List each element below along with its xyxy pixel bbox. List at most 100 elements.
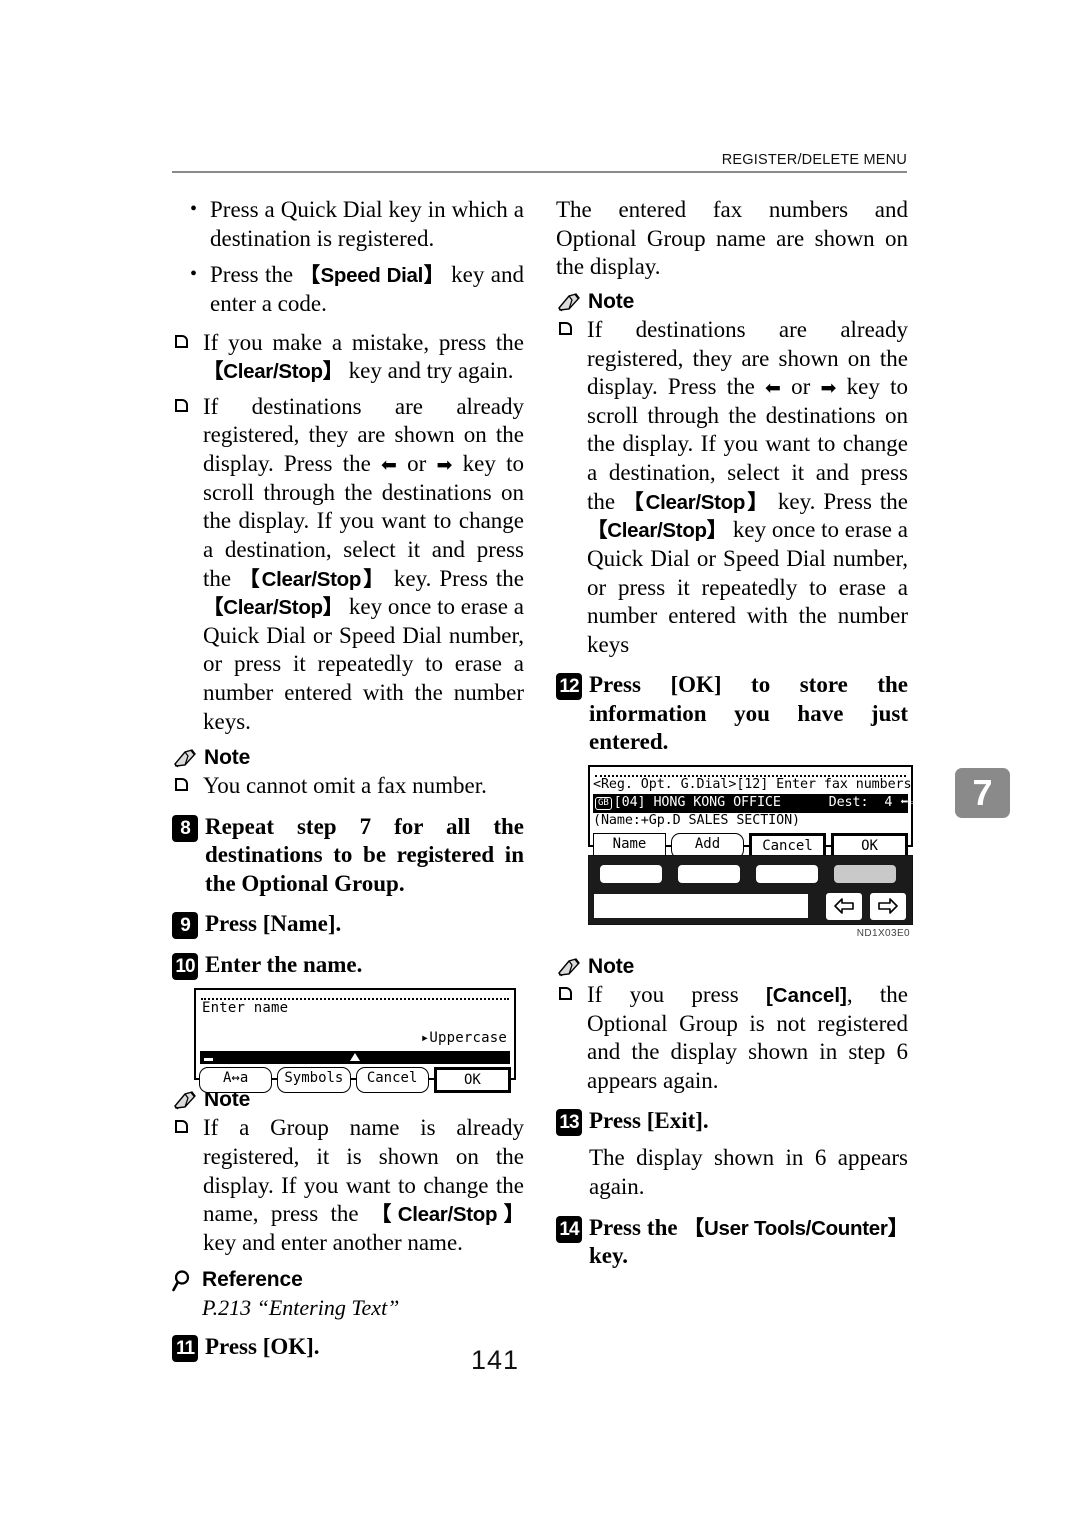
- square-bullet-icon: [175, 1120, 188, 1134]
- list-item: If destinations are already registered, …: [172, 393, 524, 737]
- control-panel-illustration: ND1X03E0: [588, 854, 913, 939]
- clear-stop-key-label: 【Clear/Stop】: [203, 360, 343, 384]
- lcd-title: Enter name: [202, 1000, 289, 1017]
- step-12: 12 Press [OK] to store the information y…: [556, 671, 908, 757]
- step-number-badge: 10: [172, 953, 198, 981]
- intro-paragraph: The entered fax numbers and Optional Gro…: [556, 197, 908, 280]
- lcd-selected-destination-row: GB [04] HONG KONG OFFICE Dest: 4 ⬅ ⇨: [593, 793, 916, 813]
- note-list-2: If a Group name is already registered, i…: [172, 1114, 524, 1257]
- note-text-pre: If you make a mistake, press the: [203, 329, 524, 355]
- reference-heading-label: Reference: [202, 1267, 303, 1291]
- note-text-3: key. Press the: [385, 565, 525, 591]
- step-text: Press [Exit].: [589, 1108, 709, 1134]
- softkey-case-toggle[interactable]: A↔a: [199, 1066, 273, 1093]
- lcd-nav-right-icon: ⇨: [908, 794, 917, 810]
- step-number-badge: 13: [556, 1109, 582, 1137]
- function-key-4-selected[interactable]: [833, 863, 897, 884]
- right-column: The entered fax numbers and Optional Gro…: [556, 196, 916, 1279]
- right-arrow-key-icon: ➡: [436, 454, 453, 476]
- note-list-2: If you press [Cancel], the Optional Grou…: [556, 981, 908, 1096]
- left-arrow-icon: [834, 898, 854, 915]
- note-heading-label: Note: [588, 954, 635, 978]
- step-text-pre: Press the: [589, 1214, 684, 1240]
- list-item: • Press the 【Speed Dial】 key and enter a…: [172, 261, 524, 318]
- step-8: 8 Repeat step 7 for all the destinations…: [172, 813, 524, 899]
- step-text: Press [Name].: [205, 911, 342, 937]
- step-text: Press [OK] to store the information you …: [589, 672, 908, 755]
- note-heading: Note: [172, 746, 524, 770]
- note-heading-label: Note: [588, 289, 635, 313]
- step-text: Enter the name.: [205, 952, 363, 978]
- clear-stop-key-label-part1: 【Clear/: [623, 490, 701, 514]
- user-tools-counter-key-label: 【User Tools/Counter】: [683, 1216, 909, 1240]
- softkey-ok[interactable]: OK: [433, 1066, 511, 1093]
- note-heading-label: Note: [204, 746, 251, 770]
- softkey-symbols[interactable]: Symbols: [277, 1066, 351, 1093]
- note-text-2: key and enter another name.: [203, 1229, 463, 1255]
- note-text: You cannot omit a fax number.: [203, 773, 487, 799]
- square-bullet-icon: [175, 778, 188, 792]
- lcd-breadcrumb-line: <Reg. Opt. G.Dial>[12] Enter fax numbers: [593, 776, 912, 792]
- lcd-destination-text: [04] HONG KONG OFFICE Dest: 4: [613, 794, 901, 810]
- step-text-post: key.: [589, 1243, 628, 1269]
- square-bullet-icon: [559, 321, 572, 335]
- step-text: Press the 【User Tools/Counter】 key.: [589, 1214, 908, 1271]
- group-icon: GB: [595, 796, 612, 810]
- softkey-cancel[interactable]: Cancel: [355, 1066, 429, 1093]
- bullet-icon: •: [190, 263, 198, 286]
- clear-stop-key-label: 【Clear/Stop】: [370, 1203, 524, 1227]
- left-column: • Press a Quick Dial key in which a dest…: [172, 196, 524, 1370]
- panel-display-area: [593, 892, 809, 919]
- lcd-softkey-row: A↔a Symbols Cancel OK: [199, 1066, 511, 1093]
- note-heading-2: Note: [556, 955, 908, 979]
- step-number-badge: 14: [556, 1215, 582, 1243]
- pencil-icon: [174, 749, 196, 768]
- note-or: or: [396, 451, 437, 476]
- page-number: 141: [470, 1345, 520, 1375]
- step-13-body: The display shown in 6 appears again.: [589, 1145, 908, 1200]
- step-text: Repeat step 7 for all the destinations t…: [205, 813, 524, 896]
- step-9: 9 Press [Name].: [172, 910, 524, 940]
- step-number-badge: 9: [172, 912, 198, 940]
- function-key-1[interactable]: [599, 863, 663, 884]
- reference-text: P.213 “Entering Text”: [202, 1294, 400, 1320]
- note-list-1: If destinations are already registered, …: [556, 316, 908, 660]
- square-bullet-icon: [175, 334, 188, 348]
- panel-left-arrow-key[interactable]: [825, 891, 863, 921]
- function-key-3[interactable]: [755, 863, 819, 884]
- step-13: 13 Press [Exit].: [556, 1107, 908, 1137]
- cancel-softkey-label: [Cancel]: [765, 983, 847, 1007]
- lcd-case-mode: ▸Uppercase: [420, 1030, 507, 1047]
- page-header: REGISTER/DELETE MENU: [172, 152, 907, 173]
- right-arrow-key-icon: ➡: [820, 377, 837, 400]
- bullet-icon: •: [190, 198, 198, 220]
- header-rule: [172, 171, 907, 173]
- speed-dial-key-label: 【Speed Dial】: [299, 264, 445, 288]
- note-or: or: [780, 374, 821, 400]
- lcd-group-name-line: (Name:+Gp.D SALES SECTION): [593, 812, 801, 828]
- quick-dial-bullets: • Press a Quick Dial key in which a dest…: [172, 196, 524, 319]
- step-number-badge: 8: [172, 814, 198, 842]
- square-bullet-icon: [175, 398, 188, 412]
- lcd-nav-left-icon: ⬅: [900, 794, 909, 810]
- up-marker-icon: [350, 1052, 360, 1061]
- pencil-icon: [558, 958, 580, 977]
- panel-right-arrow-key[interactable]: [869, 891, 907, 921]
- right-arrow-icon: [878, 898, 898, 915]
- function-key-2[interactable]: [677, 863, 741, 884]
- clear-stop-key-label: 【Clear/Stop】: [239, 567, 386, 591]
- list-item: If destinations are already registered, …: [556, 316, 908, 660]
- list-item: If you make a mistake, press the 【Clear/…: [172, 329, 524, 386]
- running-head: REGISTER/DELETE MENU: [721, 152, 907, 168]
- square-bullet-icon: [559, 986, 572, 1000]
- clear-stop-key-label: 【Clear/Stop】: [587, 519, 728, 543]
- text-cursor-icon: [204, 1057, 213, 1061]
- left-arrow-key-icon: ⬅: [765, 377, 781, 400]
- list-item: If a Group name is already registered, i…: [172, 1114, 524, 1257]
- lcd-enter-name-illustration: Enter name ▸Uppercase A↔a Symbols Cancel…: [194, 988, 516, 1093]
- note-text-pre: If you press: [587, 981, 766, 1007]
- pencil-icon: [174, 1091, 196, 1110]
- note-text-3: key. Press the: [769, 488, 909, 514]
- lcd-register-group-illustration: <Reg. Opt. G.Dial>[12] Enter fax numbers…: [588, 764, 916, 859]
- bullet-text-pre: Press the: [210, 262, 300, 288]
